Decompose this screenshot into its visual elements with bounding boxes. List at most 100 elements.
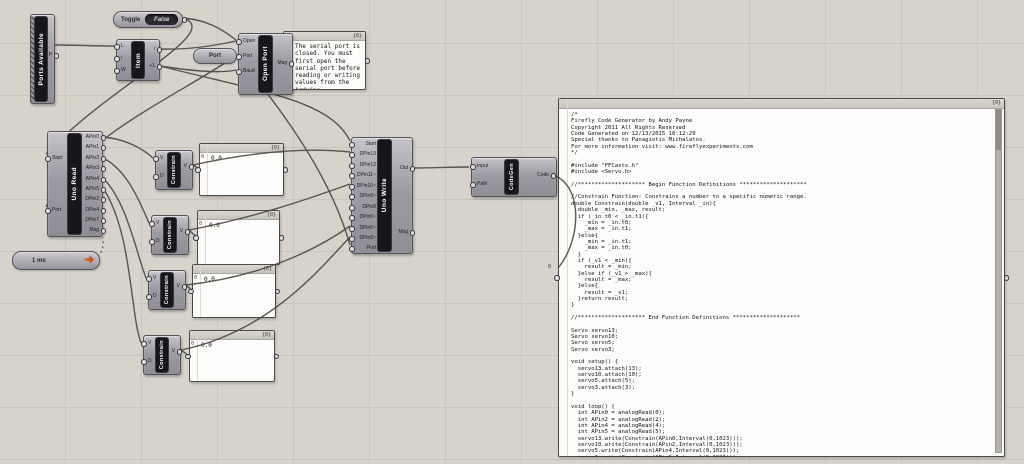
port-in-v[interactable]: V: [148, 339, 154, 348]
panel-header[interactable]: {0}: [200, 144, 283, 153]
value-panel-2[interactable]: {0} 0.0 0: [197, 210, 280, 265]
port-out-code[interactable]: Code: [522, 171, 549, 180]
port-in-port[interactable]: Port: [52, 206, 67, 215]
port-in-dpin9[interactable]: DPin9~: [356, 192, 376, 201]
panel-badge: {0}: [262, 332, 271, 338]
panel-branch-index: 0: [191, 341, 194, 347]
constrain-component-4[interactable]: Constrain V D V: [143, 335, 181, 375]
port-in-w[interactable]: W: [121, 66, 129, 75]
port-in-dpin12[interactable]: DPin12: [356, 161, 376, 170]
uno-write-component[interactable]: Uno Write Start DPin13 DPin12 DPin11~ DP…: [351, 137, 413, 254]
timer-label: 1 ms: [32, 258, 46, 264]
panel-branch-index: 0: [194, 275, 197, 281]
codegen-component[interactable]: CodeGen Input Path Code: [471, 157, 557, 197]
port-in-start[interactable]: Start: [356, 140, 376, 149]
port-in-d[interactable]: D: [160, 172, 166, 181]
ports-available-component[interactable]: Ports Available P: [30, 14, 55, 104]
port-in-v[interactable]: V: [153, 274, 159, 283]
port-in-dpin13[interactable]: DPin13: [356, 150, 376, 159]
port-in-baud[interactable]: Baud: [243, 67, 258, 76]
port-in-dpin5[interactable]: DPin5~: [356, 224, 376, 233]
port-out-i[interactable]: i: [147, 45, 155, 54]
component-label-bar: Item: [132, 42, 144, 78]
port-in-dpin3[interactable]: DPin3~: [356, 234, 376, 243]
panel-value: 0.0: [193, 274, 275, 317]
port-out-apin5[interactable]: APin5: [82, 185, 99, 194]
port-in-d[interactable]: D: [153, 292, 159, 301]
port-in-open[interactable]: Open: [243, 37, 258, 46]
port-out-dpin2[interactable]: DPin2: [82, 195, 99, 204]
port-out-v[interactable]: V: [181, 162, 187, 171]
uno-read-component[interactable]: Uno Read Start Port APin0 APin1 APin2 AP…: [47, 131, 103, 237]
timer-component[interactable]: 1 ms ➜: [12, 251, 100, 270]
port-out-msg[interactable]: Msg: [82, 226, 99, 235]
port-in-start[interactable]: Start: [52, 154, 67, 163]
value-panel-4[interactable]: {0} 0.0 0: [189, 330, 275, 382]
panel-gutter-line: [197, 331, 198, 381]
panel-branch-index: 0: [199, 221, 202, 227]
panel-badge: {0}: [353, 33, 362, 39]
open-port-component[interactable]: Open Port Open Port Baud Msg: [238, 33, 293, 95]
port-out-v[interactable]: V: [177, 227, 183, 236]
panel-branch-index: 0: [201, 154, 204, 160]
port-in-dpin8[interactable]: DPin8: [356, 203, 376, 212]
port-in-d[interactable]: D: [148, 357, 154, 366]
component-label-bar: CodeGen: [505, 160, 518, 194]
panel-header[interactable]: {0}: [284, 32, 365, 41]
port-in-dpin6[interactable]: DPin6~: [356, 213, 376, 222]
uno-write-label: Uno Write: [381, 178, 388, 212]
constrain-label: Constrain: [171, 155, 177, 184]
panel-header[interactable]: {0}: [198, 211, 279, 220]
port-out-v[interactable]: V: [174, 282, 180, 291]
port-in-l[interactable]: L: [121, 42, 129, 51]
port-out-apin3[interactable]: APin3: [82, 164, 99, 173]
port-in-input[interactable]: Input: [477, 162, 501, 171]
port-in-d[interactable]: D: [156, 237, 162, 246]
value-panel-3[interactable]: {0} 0.0 0: [192, 264, 276, 318]
port-in-v[interactable]: V: [160, 154, 166, 163]
port-in-dpin10[interactable]: DPin10~: [356, 182, 376, 191]
panel-header[interactable]: {0}: [559, 99, 1004, 109]
constrain-component-2[interactable]: Constrain V D V: [151, 215, 189, 255]
constrain-component-3[interactable]: Constrain V D V: [148, 270, 186, 310]
port-out-v[interactable]: V: [169, 347, 175, 356]
port-in-port[interactable]: Port: [356, 244, 376, 253]
code-panel-branch-index: 0: [548, 264, 551, 270]
scrollbar-thumb[interactable]: [996, 110, 1001, 150]
port-in-dpin11[interactable]: DPin11~: [356, 171, 376, 180]
panel-header[interactable]: {0}: [193, 265, 275, 274]
boolean-toggle[interactable]: Toggle False: [113, 11, 183, 28]
item-component[interactable]: Item L i W i +1: [116, 39, 160, 81]
port-out-msg[interactable]: Msg: [394, 228, 408, 237]
panel-header[interactable]: {0}: [190, 331, 274, 340]
toggle-value-switch[interactable]: False: [145, 14, 178, 25]
grasshopper-canvas[interactable]: Ports Available P Toggle False Item L i …: [0, 0, 1024, 464]
port-out-p[interactable]: P: [47, 51, 52, 60]
port-out-plus1[interactable]: +1: [147, 62, 155, 71]
panel-text: The serial port is closed. You must firs…: [284, 41, 365, 89]
panel-scrollbar[interactable]: [995, 109, 1002, 453]
port-out-dpin7[interactable]: DPin7: [82, 216, 99, 225]
toggle-label: Toggle: [121, 17, 140, 23]
port-in-v[interactable]: V: [156, 219, 162, 228]
port-out-apin2[interactable]: APin2: [82, 154, 99, 163]
port-out-out[interactable]: Out: [394, 164, 408, 173]
generated-code-panel[interactable]: {0} /* Firefly Code Generator by Andy Pa…: [558, 98, 1005, 457]
panel-badge: {0}: [267, 212, 276, 218]
port-in-i[interactable]: i: [121, 54, 129, 63]
serial-message-panel[interactable]: {0} The serial port is closed. You must …: [283, 31, 366, 90]
port-out-msg[interactable]: Msg: [275, 59, 287, 68]
port-out-apin1[interactable]: APin1: [82, 143, 99, 152]
port-out-dpin4[interactable]: DPin4: [82, 206, 99, 215]
constrain-component-1[interactable]: Constrain V D V: [155, 150, 193, 190]
item-label: Item: [135, 53, 142, 68]
port-out-apin4[interactable]: APin4: [82, 175, 99, 184]
port-in-port[interactable]: Port: [243, 52, 258, 61]
constrain-label: Constrain: [167, 220, 173, 249]
timer-play-icon[interactable]: ➜: [85, 255, 94, 266]
port-in-path[interactable]: Path: [477, 180, 501, 189]
panel-gutter-line: [567, 99, 568, 456]
port-value-capsule[interactable]: Port: [193, 48, 237, 64]
value-panel-1[interactable]: {0} 0.0 0: [199, 143, 284, 196]
port-out-apin0[interactable]: APin0: [82, 133, 99, 142]
